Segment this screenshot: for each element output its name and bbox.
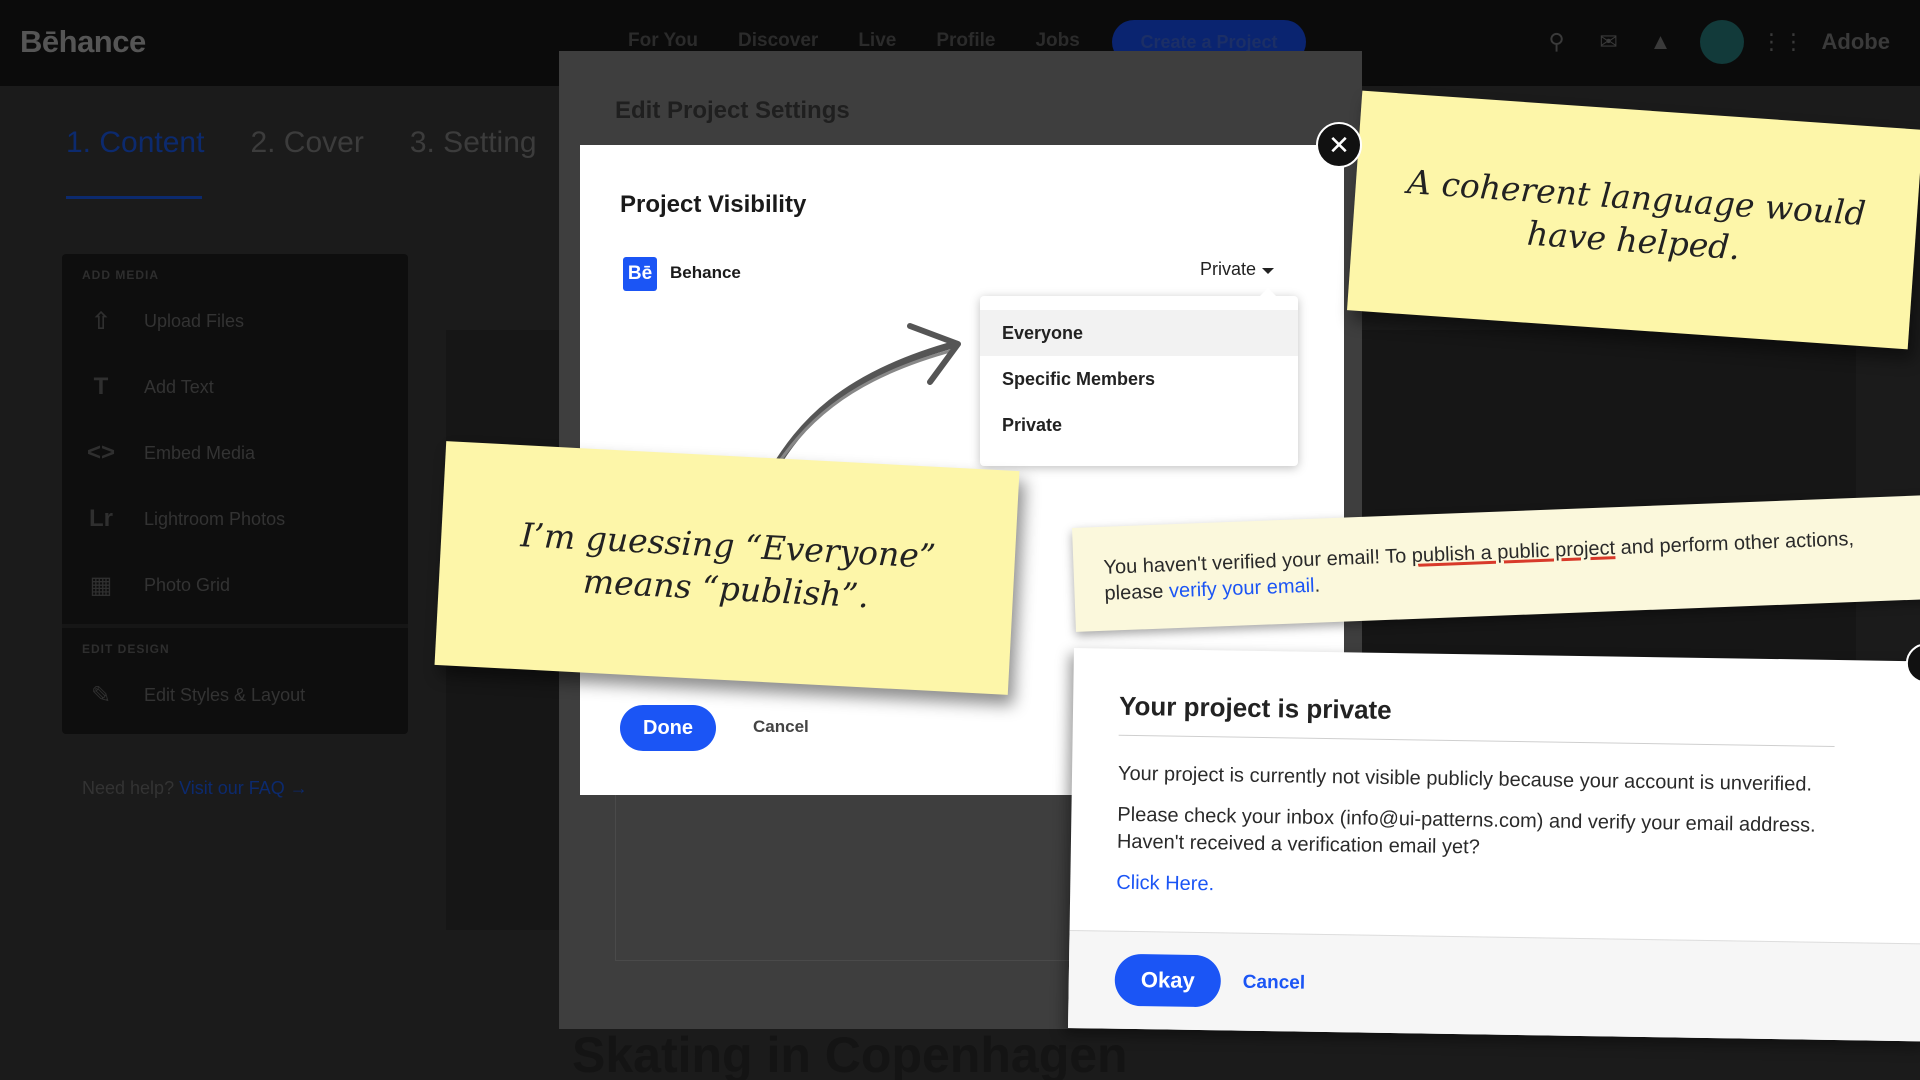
behance-logo[interactable]: Bēhance [20,24,146,60]
cancel-button[interactable]: Cancel [753,717,809,737]
sidebar-item-upload-files[interactable]: ⇧ Upload Files [62,288,408,354]
sidebar-item-label: Upload Files [144,310,245,331]
warning-text: . [1314,574,1321,597]
faq-link[interactable]: Visit our FAQ → [179,778,308,798]
dialog-text: Your project is currently not visible pu… [1117,762,1813,796]
sidebar-item-lightroom-photos[interactable]: Lr Lightroom Photos [62,486,408,552]
visibility-select[interactable]: Private [1200,259,1275,280]
brand-name: Behance [670,263,741,282]
visibility-selected-value: Private [1200,259,1257,279]
sidebar-item-label: Lightroom Photos [144,508,286,529]
main-nav: For You Discover Live Profile Jobs [628,30,1080,52]
sidebar-item-label: Add Text [144,376,214,397]
search-icon[interactable]: ⚲ [1544,29,1570,55]
okay-button[interactable]: Okay [1114,953,1222,1008]
divider [1118,734,1835,747]
sticky-note: A coherent language would have helped. [1347,90,1920,350]
hand-drawn-arrow-icon [768,323,961,476]
warning-underlined-text: publish a public project [1411,537,1616,567]
tab-content[interactable]: 1. Content [66,126,204,160]
dialog-footer: Okay Cancel [1068,929,1920,1042]
nav-jobs[interactable]: Jobs [1035,30,1079,52]
modal-title: Edit Project Settings [615,97,850,124]
sidebar-item-label: Edit Styles & Layout [144,684,306,705]
step-tabs: 1. Content 2. Cover 3. Setting [66,126,537,160]
tab-cover[interactable]: 2. Cover [250,126,363,160]
sidebar-item-embed-media[interactable]: <> Embed Media [62,420,408,486]
option-private[interactable]: Private [980,402,1298,448]
lightroom-icon: Lr [89,505,113,532]
avatar[interactable] [1699,20,1744,64]
nav-for-you[interactable]: For You [628,30,698,52]
add-media-panel: ADD MEDIA ⇧ Upload Files T Add Text <> E… [62,254,408,734]
text-icon: T [93,373,109,400]
dialog-title: Your project is private [1118,690,1392,725]
close-icon[interactable]: ✕ [1316,122,1362,168]
resend-email-link[interactable]: Click Here. [1116,870,1856,909]
warning-text: You haven't verified your email! To [1103,544,1413,579]
add-media-heading: ADD MEDIA [82,268,159,282]
nav-profile[interactable]: Profile [936,30,995,52]
edit-design-heading: EDIT DESIGN [82,642,170,656]
sidebar-item-label: Embed Media [144,442,256,463]
sidebar-item-label: Photo Grid [144,574,231,595]
adobe-link[interactable]: Adobe [1822,29,1890,55]
apps-grid-icon[interactable]: ⋮⋮ [1761,29,1805,55]
nav-live[interactable]: Live [858,30,896,52]
active-tab-indicator [66,196,202,199]
grid-icon: ▦ [89,571,113,599]
help-text: Need help? Visit our FAQ → [82,778,308,799]
behance-brand-icon: Bē [623,257,657,291]
dialog-body: Your project is currently not visible pu… [1116,761,1858,923]
verify-email-link[interactable]: verify your email [1169,575,1315,603]
option-everyone[interactable]: Everyone [980,310,1298,356]
sticky-note: I’m guessing “Everyone” means “publish”. [434,441,1020,695]
cancel-button[interactable]: Cancel [1243,972,1306,995]
header-icons: ⚲ ✉ ▲ ⋮⋮ Adobe [1544,20,1890,64]
visibility-dropdown: Everyone Specific Members Private [980,288,1298,466]
upload-icon: ⇧ [90,307,112,335]
dialog-text: Please check your inbox (info@ui-pattern… [1116,803,1816,859]
nav-discover[interactable]: Discover [738,30,818,52]
sidebar-item-edit-styles[interactable]: ✎ Edit Styles & Layout [62,662,408,728]
bell-icon[interactable]: ▲ [1648,29,1674,55]
sidebar-item-add-text[interactable]: T Add Text [62,354,408,420]
pencil-icon: ✎ [90,681,112,709]
embed-icon: <> [86,439,116,466]
done-button[interactable]: Done [620,705,716,751]
option-specific-members[interactable]: Specific Members [980,356,1298,402]
tab-settings[interactable]: 3. Setting [410,126,537,160]
project-title: Skating in Copenhagen [572,1027,1128,1080]
visibility-title: Project Visibility [620,191,807,218]
caret-down-icon [1262,268,1275,274]
mail-icon[interactable]: ✉ [1596,29,1622,55]
project-private-dialog: Your project is private Your project is … [1068,643,1920,1042]
help-label: Need help? [82,778,175,798]
sidebar-item-photo-grid[interactable]: ▦ Photo Grid [62,552,408,618]
